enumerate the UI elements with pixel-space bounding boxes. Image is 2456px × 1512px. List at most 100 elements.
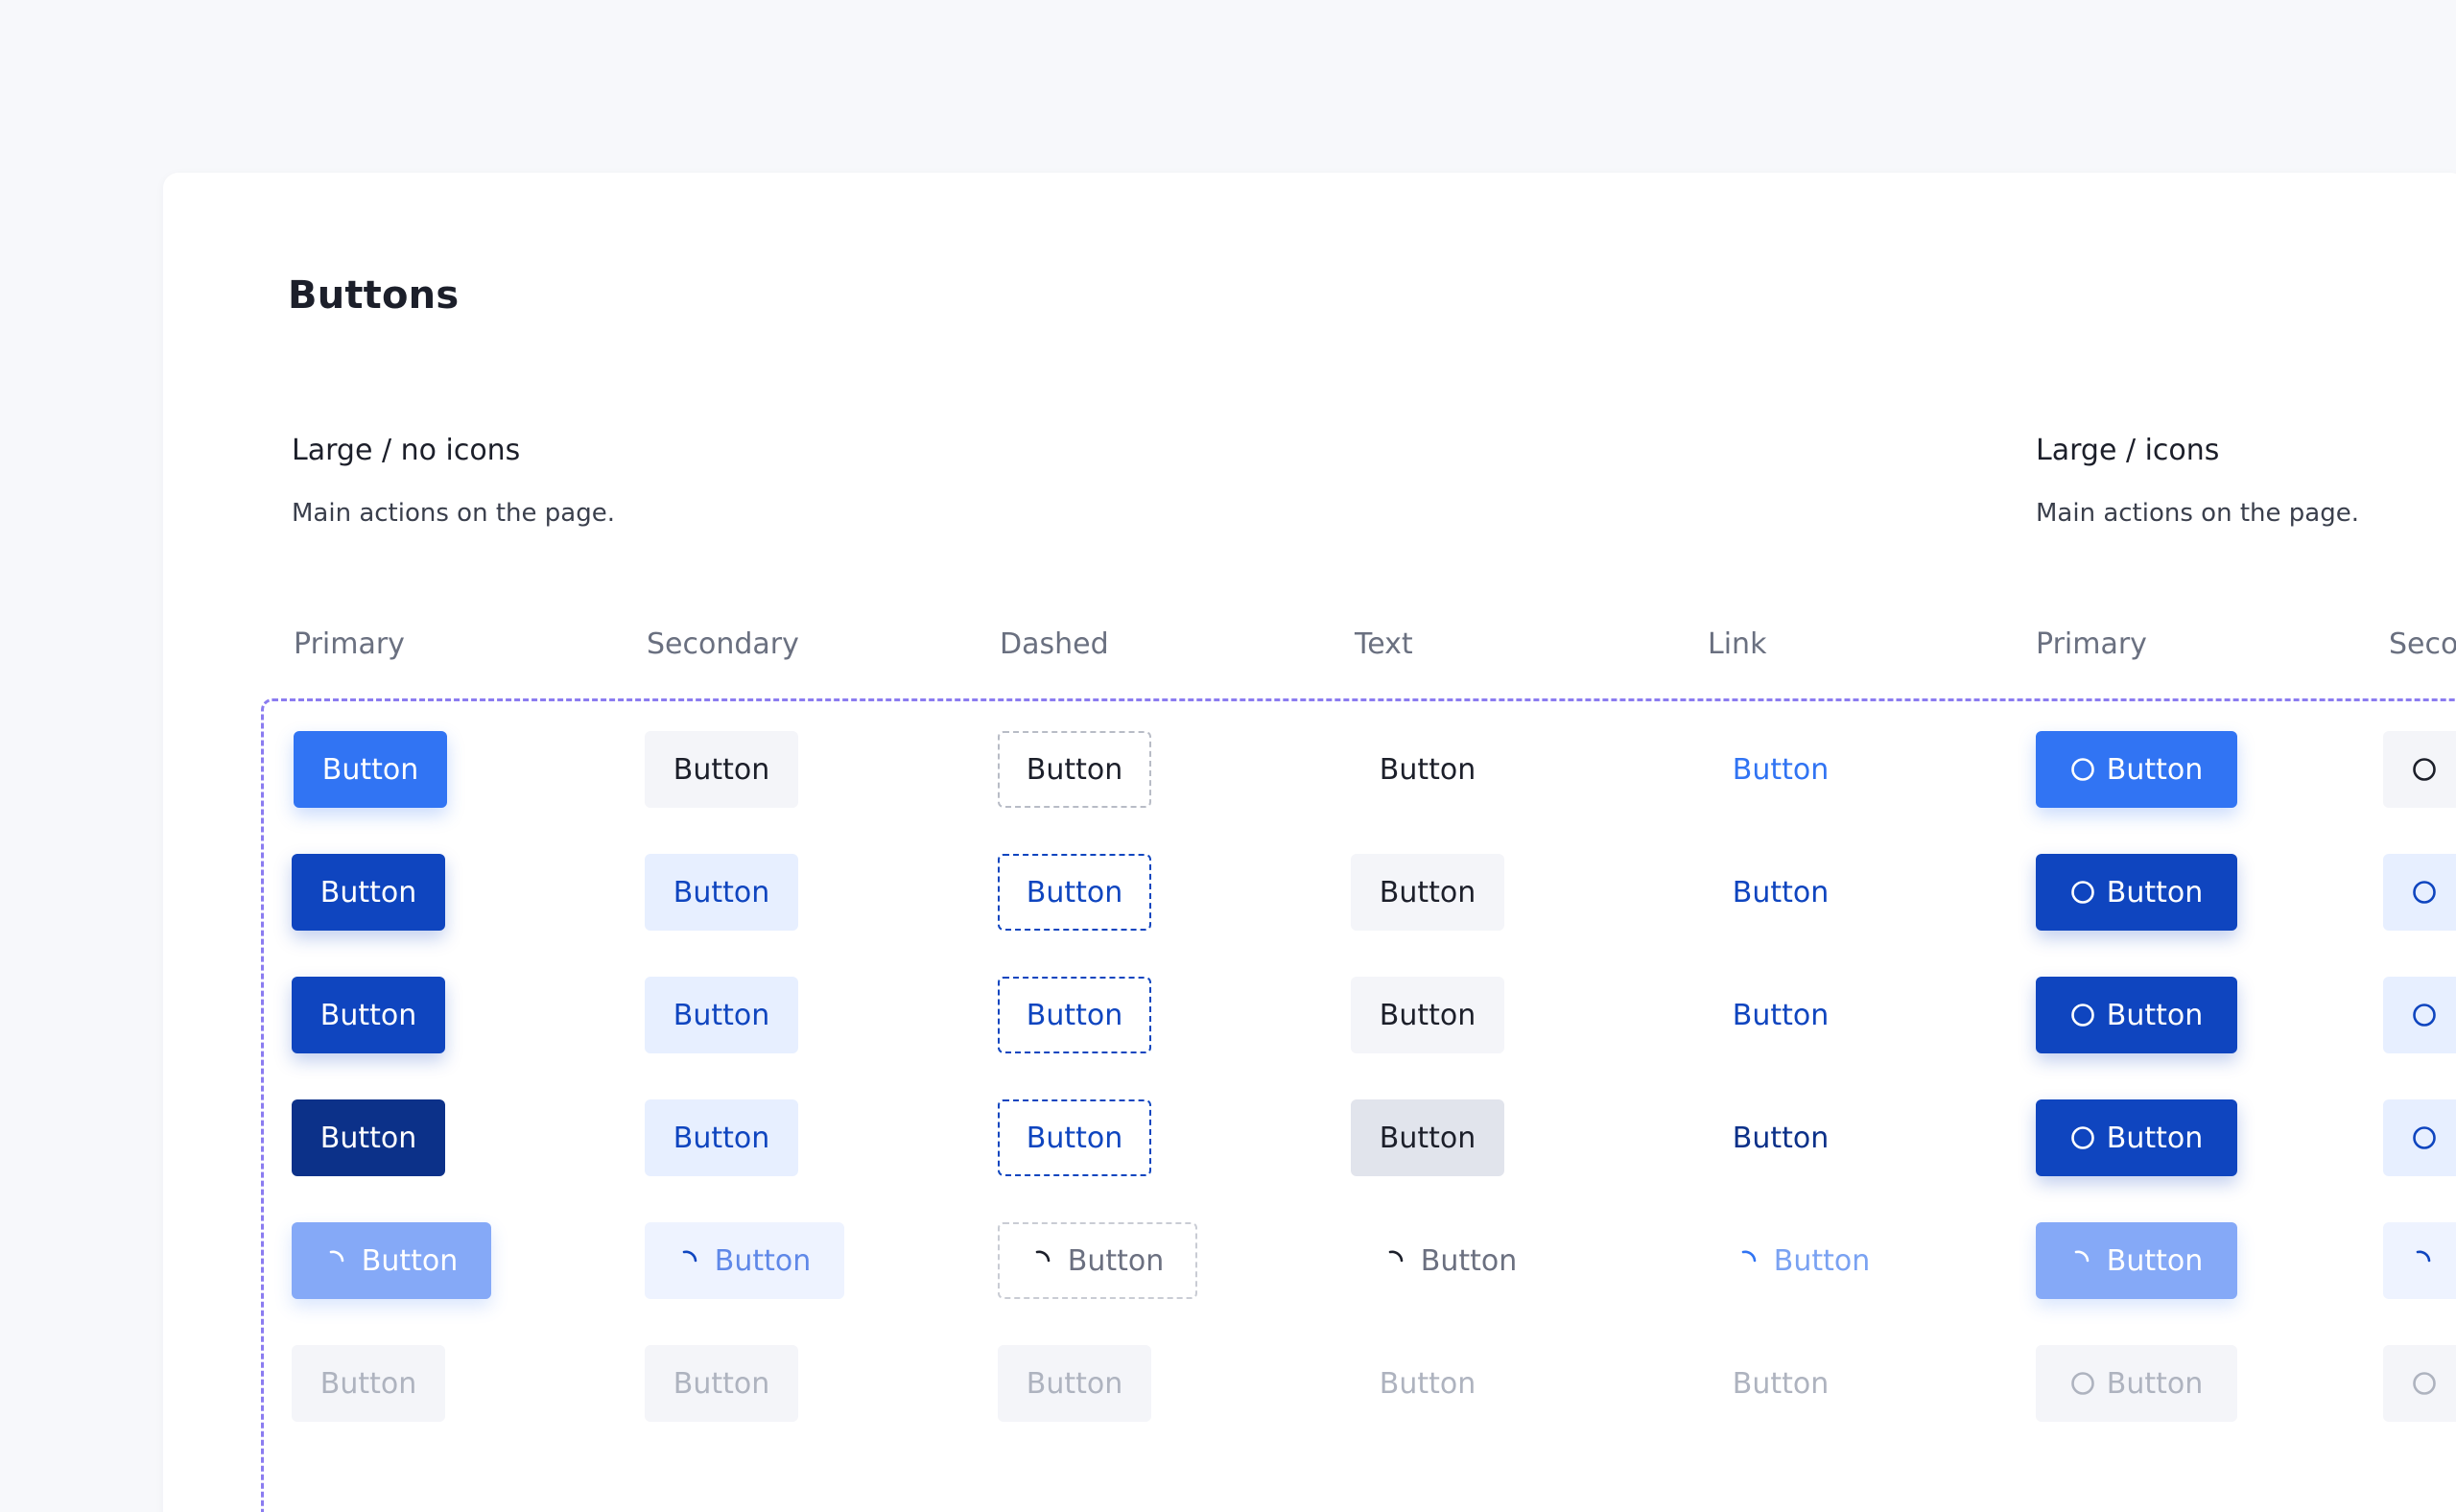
- spinner-icon: [1737, 1248, 1762, 1273]
- primary-icon-button-focus[interactable]: Button: [2036, 977, 2237, 1053]
- button-label: Button: [1732, 1121, 1830, 1155]
- circle-icon: [2070, 757, 2095, 782]
- text-button-default[interactable]: Button: [1351, 731, 1504, 808]
- dashed-button-disabled[interactable]: Button: [998, 1345, 1151, 1422]
- section-description-large-icons: Main actions on the page.: [2036, 499, 2359, 528]
- primary-icon-button-hover[interactable]: Button: [2036, 854, 2237, 931]
- button-label: Button: [319, 875, 417, 910]
- primary-button-loading[interactable]: Button: [292, 1222, 491, 1299]
- secondary-icon-button-pressed[interactable]: [2383, 1099, 2456, 1176]
- column-header-primary: Primary: [294, 627, 405, 661]
- button-label: Button: [1732, 1366, 1830, 1401]
- button-label: Button: [1026, 1366, 1123, 1401]
- text-button-focus[interactable]: Button: [1351, 977, 1504, 1053]
- button-label: Button: [1773, 1243, 1871, 1278]
- link-button-disabled[interactable]: Button: [1704, 1345, 1857, 1422]
- text-button-disabled[interactable]: Button: [1351, 1345, 1504, 1422]
- button-label: Button: [1379, 1366, 1476, 1401]
- button-label: Button: [321, 752, 419, 787]
- circle-icon: [2412, 880, 2437, 905]
- section-title-large-no-icons: Large / no icons: [292, 434, 521, 467]
- text-button-pressed[interactable]: Button: [1351, 1099, 1504, 1176]
- secondary-button-default[interactable]: Button: [645, 731, 798, 808]
- section-description-large-no-icons: Main actions on the page.: [292, 499, 615, 528]
- primary-icon-button-pressed[interactable]: Button: [2036, 1099, 2237, 1176]
- circle-icon: [2412, 757, 2437, 782]
- secondary-icon-button-default[interactable]: [2383, 731, 2456, 808]
- circle-icon: [2412, 1003, 2437, 1028]
- stage: Buttons Large / no icons Main actions on…: [0, 0, 2456, 1512]
- link-button-hover[interactable]: Button: [1704, 854, 1857, 931]
- column-header-text: Text: [1355, 627, 1413, 661]
- link-button-default[interactable]: Button: [1704, 731, 1857, 808]
- button-label: Button: [1026, 1121, 1123, 1155]
- button-label: Button: [319, 1366, 417, 1401]
- dashed-button-default[interactable]: Button: [998, 731, 1151, 808]
- button-label: Button: [1026, 752, 1123, 787]
- page-title: Buttons: [288, 273, 460, 318]
- button-label: Button: [714, 1243, 812, 1278]
- column-header-secondary-icons: Seco: [2389, 627, 2456, 661]
- secondary-icon-button-focus[interactable]: [2383, 977, 2456, 1053]
- dashed-button-pressed[interactable]: Button: [998, 1099, 1151, 1176]
- secondary-button-focus[interactable]: Button: [645, 977, 798, 1053]
- button-label: Button: [673, 1121, 770, 1155]
- spinner-icon: [2412, 1248, 2437, 1273]
- spinner-icon: [1031, 1248, 1056, 1273]
- button-label: Button: [319, 998, 417, 1032]
- secondary-button-disabled[interactable]: Button: [645, 1345, 798, 1422]
- button-label: Button: [1732, 752, 1830, 787]
- spinner-icon: [2070, 1248, 2095, 1273]
- text-button-hover[interactable]: Button: [1351, 854, 1504, 931]
- link-button-focus[interactable]: Button: [1704, 977, 1857, 1053]
- primary-button-focus[interactable]: Button: [292, 977, 445, 1053]
- dashed-button-hover[interactable]: Button: [998, 854, 1151, 931]
- primary-button-default[interactable]: Button: [294, 731, 447, 808]
- link-button-loading[interactable]: Button: [1704, 1222, 1903, 1299]
- circle-icon: [2070, 1003, 2095, 1028]
- primary-button-hover[interactable]: Button: [292, 854, 445, 931]
- secondary-icon-button-loading[interactable]: [2383, 1222, 2456, 1299]
- button-label: Button: [673, 998, 770, 1032]
- spinner-icon: [1384, 1248, 1409, 1273]
- button-label: Button: [1379, 998, 1476, 1032]
- dashed-button-loading[interactable]: Button: [998, 1222, 1197, 1299]
- button-label: Button: [1379, 1121, 1476, 1155]
- primary-icon-button-disabled[interactable]: Button: [2036, 1345, 2237, 1422]
- secondary-icon-button-hover[interactable]: [2383, 854, 2456, 931]
- dashed-button-focus[interactable]: Button: [998, 977, 1151, 1053]
- column-header-link: Link: [1708, 627, 1767, 661]
- primary-button-pressed[interactable]: Button: [292, 1099, 445, 1176]
- button-label: Button: [2106, 752, 2204, 787]
- text-button-loading[interactable]: Button: [1351, 1222, 1550, 1299]
- secondary-button-loading[interactable]: Button: [645, 1222, 844, 1299]
- spinner-icon: [325, 1248, 350, 1273]
- circle-icon: [2412, 1371, 2437, 1396]
- circle-icon: [2070, 880, 2095, 905]
- section-title-large-icons: Large / icons: [2036, 434, 2220, 467]
- button-label: Button: [2106, 1243, 2204, 1278]
- button-label: Button: [1379, 875, 1476, 910]
- secondary-button-hover[interactable]: Button: [645, 854, 798, 931]
- secondary-icon-button-disabled[interactable]: [2383, 1345, 2456, 1422]
- circle-icon: [2070, 1371, 2095, 1396]
- button-label: Button: [2106, 1121, 2204, 1155]
- circle-icon: [2070, 1125, 2095, 1150]
- link-button-pressed[interactable]: Button: [1704, 1099, 1857, 1176]
- primary-icon-button-default[interactable]: Button: [2036, 731, 2237, 808]
- button-label: Button: [1026, 875, 1123, 910]
- button-label: Button: [361, 1243, 459, 1278]
- button-label: Button: [673, 875, 770, 910]
- button-label: Button: [1420, 1243, 1518, 1278]
- spinner-icon: [678, 1248, 703, 1273]
- primary-icon-button-loading[interactable]: Button: [2036, 1222, 2237, 1299]
- button-label: Button: [2106, 875, 2204, 910]
- button-label: Button: [673, 1366, 770, 1401]
- button-label: Button: [2106, 998, 2204, 1032]
- primary-button-disabled[interactable]: Button: [292, 1345, 445, 1422]
- column-header-dashed: Dashed: [1000, 627, 1109, 661]
- button-label: Button: [319, 1121, 417, 1155]
- button-label: Button: [1732, 998, 1830, 1032]
- secondary-button-pressed[interactable]: Button: [645, 1099, 798, 1176]
- button-label: Button: [1067, 1243, 1165, 1278]
